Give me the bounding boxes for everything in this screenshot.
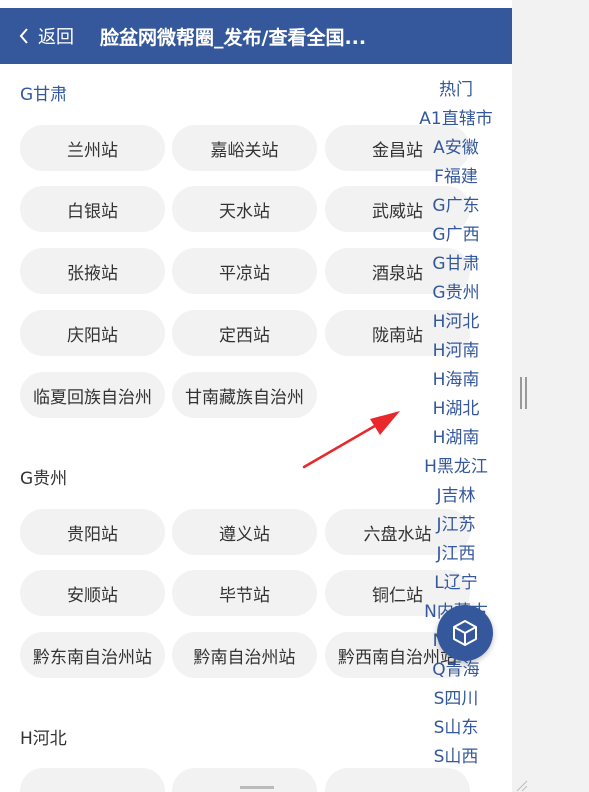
index-item[interactable]: H黑龙江 bbox=[424, 453, 488, 482]
section-title-guizhou: G贵州 bbox=[20, 469, 68, 489]
annotation-arrow-icon bbox=[302, 411, 400, 469]
index-item[interactable]: H湖南 bbox=[433, 424, 480, 453]
index-item[interactable]: A1直辖市 bbox=[419, 105, 492, 134]
bottom-scrollbar[interactable] bbox=[240, 786, 274, 789]
city-pill[interactable]: 庆阳站 bbox=[20, 310, 165, 356]
index-item[interactable]: G甘肃 bbox=[432, 250, 479, 279]
index-item[interactable]: S四川 bbox=[434, 685, 479, 714]
index-item[interactable]: J江苏 bbox=[436, 511, 475, 540]
back-label: 返回 bbox=[38, 27, 74, 48]
index-item[interactable]: H河南 bbox=[433, 337, 480, 366]
city-pill[interactable]: 定西站 bbox=[172, 310, 317, 356]
city-pill[interactable]: 天水站 bbox=[172, 186, 317, 232]
city-pill[interactable]: 兰州站 bbox=[20, 125, 165, 171]
index-item[interactable]: L辽宁 bbox=[434, 569, 477, 598]
index-item[interactable]: H湖北 bbox=[433, 395, 480, 424]
back-button[interactable]: 返回 bbox=[18, 23, 74, 49]
city-pill[interactable] bbox=[20, 768, 165, 792]
city-pill[interactable]: 临夏回族自治州 bbox=[20, 372, 165, 418]
index-item[interactable]: H河北 bbox=[433, 308, 480, 337]
city-pill[interactable]: 毕节站 bbox=[172, 570, 317, 616]
chevron-left-icon bbox=[19, 28, 28, 44]
city-pill[interactable]: 黔南自治州站 bbox=[172, 632, 317, 678]
index-item[interactable]: S山东 bbox=[434, 714, 479, 743]
city-pill[interactable]: 白银站 bbox=[20, 186, 165, 232]
city-pill[interactable]: 贵阳站 bbox=[20, 509, 165, 555]
index-item[interactable]: G广东 bbox=[432, 192, 479, 221]
index-item[interactable]: F福建 bbox=[434, 163, 478, 192]
index-item[interactable]: A安徽 bbox=[433, 134, 479, 163]
splitter-handle[interactable] bbox=[520, 377, 528, 409]
resize-grip-icon[interactable] bbox=[514, 778, 528, 792]
city-pill[interactable]: 平凉站 bbox=[172, 248, 317, 294]
city-pill[interactable]: 张掖站 bbox=[20, 248, 165, 294]
section-title-hebei: H河北 bbox=[20, 729, 67, 749]
cube-icon bbox=[453, 620, 477, 646]
page-title: 脸盆网微帮圈_发布/查看全国... bbox=[100, 26, 367, 49]
city-pill[interactable]: 甘南藏族自治州 bbox=[172, 372, 317, 418]
index-item[interactable]: J吉林 bbox=[436, 482, 475, 511]
city-pill[interactable]: 嘉峪关站 bbox=[172, 125, 317, 171]
mobile-view: 返回 脸盆网微帮圈_发布/查看全国... G甘肃 兰州站 嘉峪关站 金昌站 白银… bbox=[0, 0, 512, 792]
city-pill[interactable]: 黔东南自治州站 bbox=[20, 632, 165, 678]
province-index: 热门 A1直辖市 A安徽 F福建 G广东 G广西 G甘肃 G贵州 H河北 H河南… bbox=[415, 76, 497, 772]
index-item[interactable]: J江西 bbox=[436, 540, 475, 569]
city-pill[interactable]: 遵义站 bbox=[172, 509, 317, 555]
index-item[interactable]: G贵州 bbox=[432, 279, 479, 308]
index-item[interactable]: 热门 bbox=[439, 76, 473, 105]
index-item[interactable]: G广西 bbox=[432, 221, 479, 250]
index-item[interactable]: S山西 bbox=[434, 743, 479, 772]
section-title-gansu: G甘肃 bbox=[20, 85, 68, 105]
floating-action-button[interactable] bbox=[437, 605, 493, 661]
app-header: 返回 脸盆网微帮圈_发布/查看全国... bbox=[0, 8, 512, 64]
city-pill[interactable]: 安顺站 bbox=[20, 570, 165, 616]
index-item[interactable]: H海南 bbox=[433, 366, 480, 395]
index-item[interactable]: Q青海 bbox=[432, 656, 479, 685]
